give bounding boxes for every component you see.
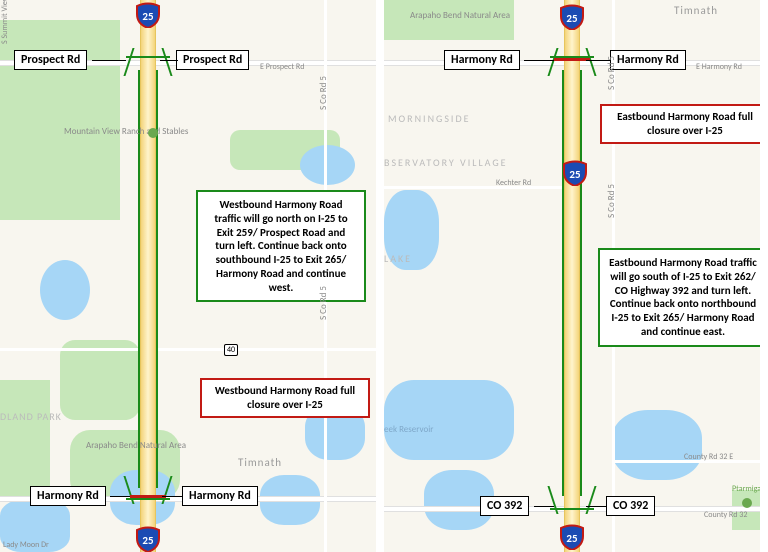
svg-text:25: 25 (566, 12, 578, 25)
i25-corridor (564, 0, 580, 552)
label-harmony-right: Harmony Rd (610, 50, 686, 70)
road-label: S Summit View Dr (0, 0, 10, 44)
map-eastbound: 25 25 25 Harmony Rd Harmony Rd CO 392 CO… (384, 0, 760, 552)
i25-shield-icon: 25 (562, 160, 582, 180)
i25-shield-icon: 25 (135, 526, 161, 552)
leader-line (110, 496, 130, 497)
i25-shield-icon: 25 (135, 2, 161, 28)
water (612, 410, 702, 480)
leader-line (92, 60, 126, 61)
water (384, 380, 514, 460)
road-label: County Rd 32 (704, 510, 747, 520)
water (40, 260, 90, 320)
area-label: BSERVATORY VILLAGE (384, 156, 508, 169)
town-label: Timnath (238, 456, 282, 469)
road-label: S Co Rd 5 (606, 184, 617, 218)
area-label: MORNINGSIDE (388, 112, 471, 125)
label-prospect-left: Prospect Rd (14, 50, 87, 70)
label-harmony-right: Harmony Rd (182, 486, 258, 506)
label-co392-left: CO 392 (480, 496, 529, 516)
detour-route (580, 70, 582, 496)
road-label: E Prospect Rd (260, 62, 304, 72)
road-label: S Co Rd 5 (318, 76, 329, 110)
closure-marker (130, 495, 166, 498)
road-label: S Co Rd 5 (318, 286, 329, 320)
label-harmony-left: Harmony Rd (30, 486, 106, 506)
svg-text:25: 25 (566, 532, 578, 545)
label-harmony-left: Harmony Rd (444, 50, 520, 70)
i25-corridor (140, 0, 156, 552)
detour-route (562, 70, 564, 496)
minor-road (0, 348, 376, 351)
label-prospect-right: Prospect Rd (176, 50, 249, 70)
road-label: County Rd 32 E (684, 452, 733, 462)
water (300, 145, 355, 185)
detour-maps-pair: 25 25 Prospect Rd Prospect Rd Harmony Rd… (0, 0, 768, 552)
closure-description-box: Eastbound Harmony Road full closure over… (600, 104, 760, 144)
leader-line (524, 60, 554, 61)
road-label: Kechter Rd (496, 178, 531, 188)
road-label: E Harmony Rd (696, 62, 742, 72)
poi-label: Ptarmiga (732, 484, 760, 494)
i25-shield-icon: 25 (559, 4, 585, 30)
water-label: eek Reservoir (384, 424, 433, 435)
detour-description-box: Eastbound Harmony Road traffic will go s… (598, 248, 760, 347)
detour-route (550, 508, 594, 510)
road-label: Lady Moon Dr (3, 540, 49, 550)
town-label: Timnath (674, 4, 718, 17)
golf-icon (148, 128, 158, 138)
kechter-rd (384, 186, 580, 189)
detour-description-box: Westbound Harmony Road traffic will go n… (196, 190, 366, 302)
golf-icon (742, 498, 752, 508)
poi-label: Arapaho Bend Natural Area (410, 10, 510, 21)
poi-label: Arapaho Bend Natural Area (86, 440, 186, 451)
leader-line (160, 60, 178, 61)
svg-text:25: 25 (569, 168, 581, 181)
detour-route (126, 498, 170, 500)
leader-line (586, 506, 606, 507)
leader-line (534, 506, 554, 507)
svg-text:25: 25 (142, 534, 154, 547)
i25-shield-icon: 25 (559, 524, 585, 550)
route-40-badge: 40 (224, 344, 238, 356)
leader-line (162, 496, 182, 497)
detour-route (126, 56, 170, 58)
closure-marker (554, 58, 590, 61)
closure-description-box: Westbound Harmony Road full closure over… (200, 378, 370, 418)
map-westbound: 25 25 Prospect Rd Prospect Rd Harmony Rd… (0, 0, 376, 552)
park-area (60, 340, 140, 420)
label-co392-right: CO 392 (606, 496, 655, 516)
park-area (0, 380, 50, 500)
poi-label: Mountain View Ranch and Stables (64, 126, 188, 137)
area-label: DLAND PARK (0, 410, 62, 423)
road-label: S Co Rd 5 (606, 56, 617, 90)
svg-text:25: 25 (142, 10, 154, 23)
area-label: LAKE (384, 252, 412, 265)
